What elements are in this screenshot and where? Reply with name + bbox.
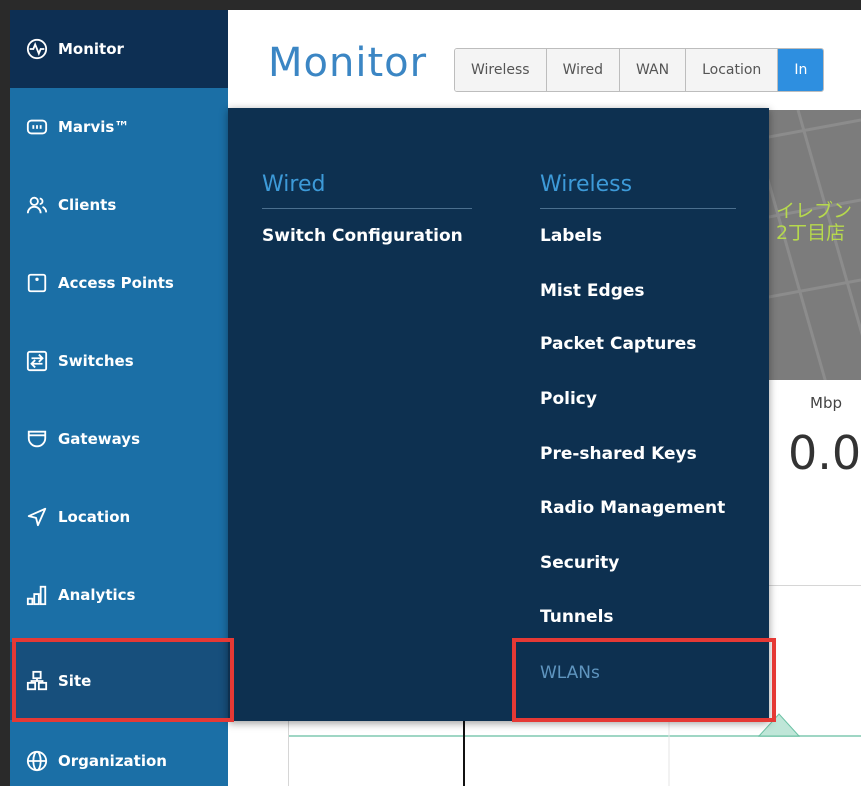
sidebar-item-access-points[interactable]: Access Points bbox=[10, 244, 228, 322]
map-label-line: 2丁目店 bbox=[776, 222, 846, 244]
sidebar-item-label: Switches bbox=[58, 352, 134, 370]
menu-item-tunnels[interactable]: Tunnels bbox=[540, 607, 614, 627]
menu-item-switch-configuration[interactable]: Switch Configuration bbox=[262, 226, 463, 246]
site-dropdown-menu: Wired Switch Configuration Wireless Labe… bbox=[228, 108, 769, 721]
throughput-value: 0.0 bbox=[788, 426, 861, 480]
analytics-icon bbox=[24, 582, 50, 608]
map-label-line: イレブン bbox=[776, 200, 853, 222]
sidebar-item-label: Marvis™ bbox=[58, 118, 130, 136]
app-window: Monitor Marvis™ Clients Access Points Sw… bbox=[10, 10, 861, 786]
sidebar-item-monitor[interactable]: Monitor bbox=[10, 10, 228, 88]
location-arrow-icon bbox=[24, 504, 50, 530]
globe-icon bbox=[24, 748, 50, 774]
sidebar-item-location[interactable]: Location bbox=[10, 478, 228, 556]
menu-item-pre-shared-keys[interactable]: Pre-shared Keys bbox=[540, 444, 697, 464]
menu-item-policy[interactable]: Policy bbox=[540, 389, 597, 409]
sidebar-item-label: Gateways bbox=[58, 430, 141, 448]
map-label: イレブン 2丁目店 bbox=[776, 200, 852, 244]
tab-wan[interactable]: WAN bbox=[619, 49, 687, 91]
sidebar-item-clients[interactable]: Clients bbox=[10, 166, 228, 244]
site-icon bbox=[24, 668, 50, 694]
sidebar-item-label: Analytics bbox=[58, 586, 136, 604]
menu-item-labels[interactable]: Labels bbox=[540, 226, 602, 246]
pulse-icon bbox=[24, 36, 50, 62]
tab-wireless[interactable]: Wireless bbox=[455, 49, 547, 91]
sidebar-item-label: Access Points bbox=[58, 274, 174, 292]
monitor-tabs: Wireless Wired WAN Location In bbox=[454, 48, 825, 92]
switches-icon bbox=[24, 348, 50, 374]
menu-item-wlans[interactable]: WLANs bbox=[540, 663, 600, 683]
sidebar-item-site[interactable]: Site bbox=[10, 642, 228, 720]
sidebar-item-switches[interactable]: Switches bbox=[10, 322, 228, 400]
sidebar-item-gateways[interactable]: Gateways bbox=[10, 400, 228, 478]
sidebar-item-label: Site bbox=[58, 672, 92, 690]
menu-item-security[interactable]: Security bbox=[540, 553, 619, 573]
sidebar-item-analytics[interactable]: Analytics bbox=[10, 556, 228, 634]
wired-section-header: Wired bbox=[262, 172, 326, 197]
sidebar-item-label: Organization bbox=[58, 752, 167, 770]
sidebar: Monitor Marvis™ Clients Access Points Sw… bbox=[10, 10, 228, 786]
sidebar-item-label: Monitor bbox=[58, 40, 124, 58]
marvis-icon bbox=[24, 114, 50, 140]
page-title: Monitor bbox=[268, 40, 428, 86]
throughput-card: Mbp 0.0 bbox=[768, 380, 861, 520]
access-point-icon bbox=[24, 270, 50, 296]
sidebar-item-label: Location bbox=[58, 508, 131, 526]
sidebar-item-organization[interactable]: Organization bbox=[10, 722, 228, 786]
throughput-unit: Mbp bbox=[810, 394, 842, 412]
menu-item-packet-captures[interactable]: Packet Captures bbox=[540, 334, 696, 354]
sidebar-item-label: Clients bbox=[58, 196, 117, 214]
gateway-icon bbox=[24, 426, 50, 452]
sidebar-item-marvis[interactable]: Marvis™ bbox=[10, 88, 228, 166]
tab-wired[interactable]: Wired bbox=[546, 49, 620, 91]
divider bbox=[262, 208, 472, 209]
tab-insights[interactable]: In bbox=[778, 49, 824, 91]
tab-location[interactable]: Location bbox=[686, 49, 779, 91]
wireless-section-header: Wireless bbox=[540, 172, 633, 197]
menu-item-mist-edges[interactable]: Mist Edges bbox=[540, 281, 645, 301]
divider bbox=[540, 208, 736, 209]
clients-icon bbox=[24, 192, 50, 218]
menu-item-radio-management[interactable]: Radio Management bbox=[540, 498, 725, 518]
